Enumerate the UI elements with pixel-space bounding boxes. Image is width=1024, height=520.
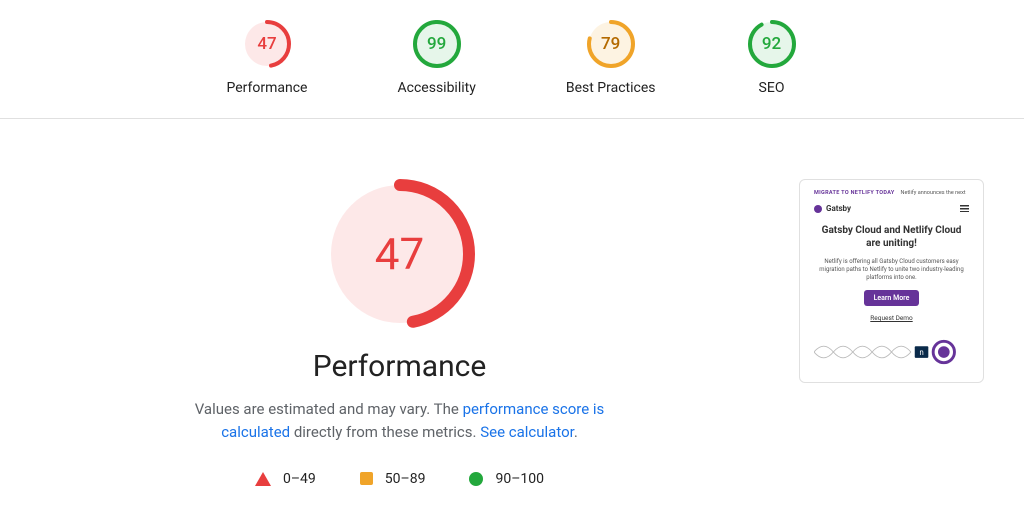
gauge-seo[interactable]: 92 SEO: [746, 18, 798, 96]
legend-tri-icon: [255, 472, 271, 486]
legend-item: 90–100: [469, 471, 544, 487]
legend-range: 0–49: [283, 471, 316, 487]
preview-headline: Gatsby Cloud and Netlify Cloud are uniti…: [814, 225, 969, 250]
performance-title: Performance: [313, 349, 487, 384]
preview-banner-text: Netlify announces the next: [901, 190, 966, 196]
preview-banner-tag: MIGRATE TO NETLIFY TODAY: [814, 190, 895, 196]
gauge-accessibility[interactable]: 99 Accessibility: [398, 18, 476, 96]
gauge-performance[interactable]: 47 Performance: [227, 18, 308, 96]
preview-banner: MIGRATE TO NETLIFY TODAY Netlify announc…: [814, 190, 969, 196]
legend-item: 50–89: [360, 471, 426, 487]
gauge-score: 92: [746, 18, 798, 70]
preview-demo-link: Request Demo: [870, 314, 912, 322]
performance-section: 47 Performance Values are estimated and …: [0, 119, 1024, 487]
performance-description: Values are estimated and may vary. The p…: [170, 398, 630, 445]
legend-item: 0–49: [255, 471, 316, 487]
hamburger-icon: [960, 205, 969, 212]
preview-brand-row: Gatsby: [814, 204, 969, 213]
gauge-label: Best Practices: [566, 80, 656, 96]
gauge-ring: 79: [585, 18, 637, 70]
see-calculator-link[interactable]: See calculator: [480, 423, 574, 441]
legend-range: 90–100: [495, 471, 544, 487]
preview-body: Netlify is offering all Gatsby Cloud cus…: [814, 258, 969, 282]
svg-text:n: n: [919, 348, 924, 357]
gauge-score: 47: [241, 18, 293, 70]
gauge-score: 99: [411, 18, 463, 70]
performance-big-gauge: 47: [325, 179, 475, 329]
lighthouse-gauges-row: 47 Performance 99 Accessibility 79 Best …: [0, 0, 1024, 119]
preview-art: n: [814, 336, 969, 368]
legend-sq-icon: [360, 472, 373, 485]
gauge-label: SEO: [759, 80, 785, 96]
gauge-label: Performance: [227, 80, 308, 96]
preview-cta-button: Learn More: [864, 290, 920, 306]
perf-desc-text: .: [574, 423, 578, 441]
perf-desc-text: Values are estimated and may vary. The: [195, 400, 463, 418]
page-preview-card: MIGRATE TO NETLIFY TODAY Netlify announc…: [799, 179, 984, 383]
perf-desc-text: directly from these metrics.: [290, 423, 480, 441]
performance-block: 47 Performance Values are estimated and …: [40, 179, 759, 487]
legend-range: 50–89: [385, 471, 426, 487]
gauge-ring: 99: [411, 18, 463, 70]
gauge-ring: 92: [746, 18, 798, 70]
preview-brand-name: Gatsby: [826, 204, 851, 213]
gauge-label: Accessibility: [398, 80, 476, 96]
gatsby-logo-icon: [814, 205, 822, 213]
score-legend: 0–49 50–89 90–100: [255, 471, 544, 487]
performance-big-score: 47: [325, 179, 475, 329]
legend-dot-icon: [469, 472, 483, 486]
gauge-ring: 47: [241, 18, 293, 70]
gauge-score: 79: [585, 18, 637, 70]
gauge-best-practices[interactable]: 79 Best Practices: [566, 18, 656, 96]
